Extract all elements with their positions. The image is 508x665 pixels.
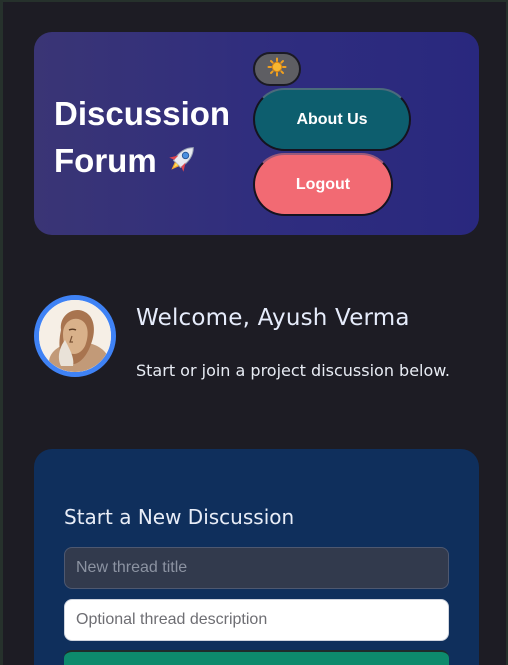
create-thread-button[interactable] [64,650,449,665]
page-title: Discussion Forum [54,90,244,184]
app-window: Discussion Forum About Us Logout Welcome… [0,0,508,665]
logout-button[interactable]: Logout [253,153,393,216]
title-line-2: Forum [54,142,157,179]
theme-toggle-button[interactable] [253,52,301,86]
about-us-button[interactable]: About Us [253,88,411,151]
new-discussion-heading: Start a New Discussion [64,505,295,529]
title-line-1: Discussion [54,95,231,132]
user-avatar[interactable] [34,295,116,377]
new-discussion-card: Start a New Discussion [34,449,479,665]
welcome-heading: Welcome, Ayush Verma [136,305,410,331]
header-card: Discussion Forum About Us Logout [34,32,479,235]
thread-description-input[interactable] [64,599,449,641]
thread-title-input[interactable] [64,547,449,589]
sun-icon [267,57,287,81]
rocket-icon [163,140,201,178]
welcome-section: Welcome, Ayush Verma Start or join a pro… [34,295,484,395]
welcome-subtitle: Start or join a project discussion below… [136,361,450,380]
